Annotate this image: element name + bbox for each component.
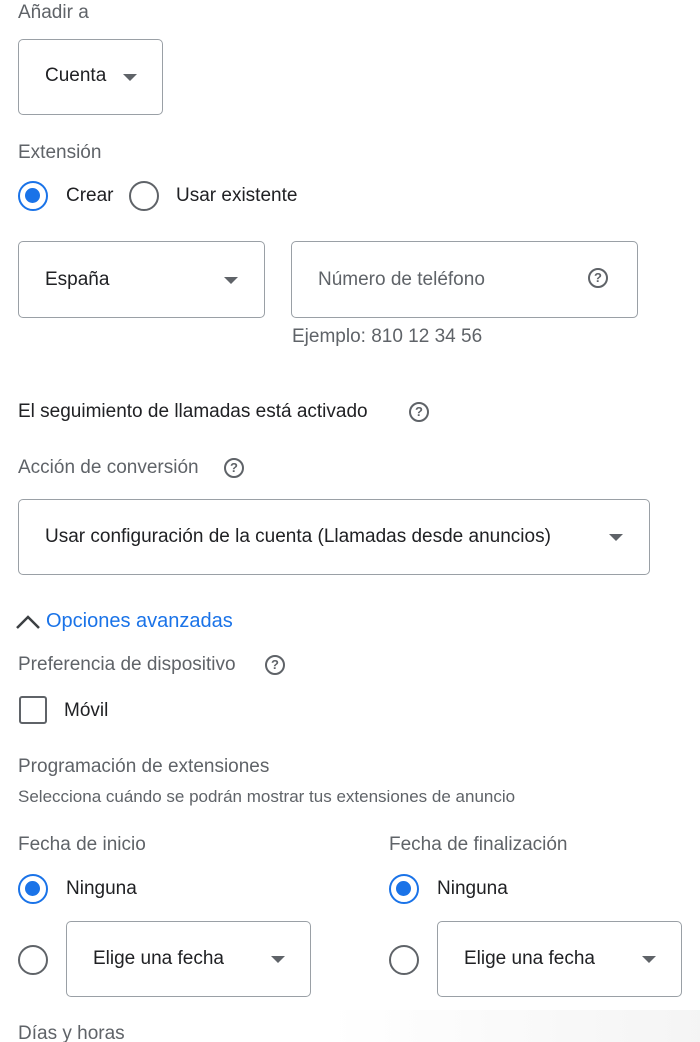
- end-date-none-label[interactable]: Ninguna: [437, 878, 508, 900]
- device-preference-label: Preferencia de dispositivo: [18, 654, 236, 675]
- caret-down-icon: [609, 534, 623, 541]
- add-to-select[interactable]: Cuenta: [18, 39, 163, 115]
- mobile-checkbox[interactable]: [19, 696, 47, 724]
- help-icon[interactable]: ?: [224, 458, 244, 478]
- phone-number-placeholder: Número de teléfono: [318, 269, 485, 290]
- radio-use-existing[interactable]: [129, 181, 159, 211]
- advanced-options-toggle[interactable]: Opciones avanzadas: [14, 610, 254, 636]
- radio-create-label[interactable]: Crear: [66, 185, 114, 207]
- conversion-action-label: Acción de conversión: [18, 457, 199, 478]
- help-icon[interactable]: ?: [409, 402, 429, 422]
- start-date-label: Fecha de inicio: [18, 834, 146, 855]
- mobile-checkbox-label[interactable]: Móvil: [64, 700, 108, 722]
- caret-down-icon: [224, 277, 238, 284]
- add-to-select-value: Cuenta: [45, 65, 107, 86]
- call-tracking-text: El seguimiento de llamadas está activado: [18, 401, 368, 422]
- add-to-label: Añadir a: [18, 2, 89, 23]
- chevron-up-icon: [16, 615, 40, 629]
- country-select[interactable]: España: [18, 241, 265, 318]
- conversion-action-select-value: Usar configuración de la cuenta (Llamada…: [45, 526, 551, 547]
- help-icon[interactable]: ?: [265, 655, 285, 675]
- schedule-subtitle: Selecciona cuándo se podrán mostrar tus …: [18, 787, 516, 806]
- start-date-select[interactable]: Elige una fecha: [66, 921, 311, 997]
- extension-label: Extensión: [18, 142, 102, 163]
- caret-down-icon: [271, 956, 285, 963]
- end-date-radio-pick[interactable]: [389, 945, 419, 975]
- bottom-shadow: [330, 1010, 700, 1042]
- caret-down-icon: [642, 956, 656, 963]
- phone-number-input[interactable]: Número de teléfono ?: [291, 241, 638, 318]
- radio-use-existing-label[interactable]: Usar existente: [176, 185, 297, 207]
- start-date-none-label[interactable]: Ninguna: [66, 878, 137, 900]
- caret-down-icon: [123, 74, 137, 81]
- end-date-label: Fecha de finalización: [389, 834, 568, 855]
- end-date-select-value: Elige una fecha: [464, 948, 595, 969]
- start-date-radio-pick[interactable]: [18, 945, 48, 975]
- end-date-select[interactable]: Elige una fecha: [437, 921, 682, 997]
- advanced-options-label: Opciones avanzadas: [46, 610, 233, 632]
- phone-example-hint: Ejemplo: 810 12 34 56: [292, 326, 483, 347]
- help-icon[interactable]: ?: [588, 268, 608, 288]
- days-hours-label: Días y horas: [18, 1023, 125, 1042]
- radio-create[interactable]: [18, 181, 48, 211]
- end-date-radio-none[interactable]: [389, 874, 419, 904]
- start-date-radio-none[interactable]: [18, 874, 48, 904]
- country-select-value: España: [45, 269, 110, 290]
- start-date-select-value: Elige una fecha: [93, 948, 224, 969]
- schedule-title: Programación de extensiones: [18, 756, 270, 777]
- conversion-action-select[interactable]: Usar configuración de la cuenta (Llamada…: [18, 499, 650, 575]
